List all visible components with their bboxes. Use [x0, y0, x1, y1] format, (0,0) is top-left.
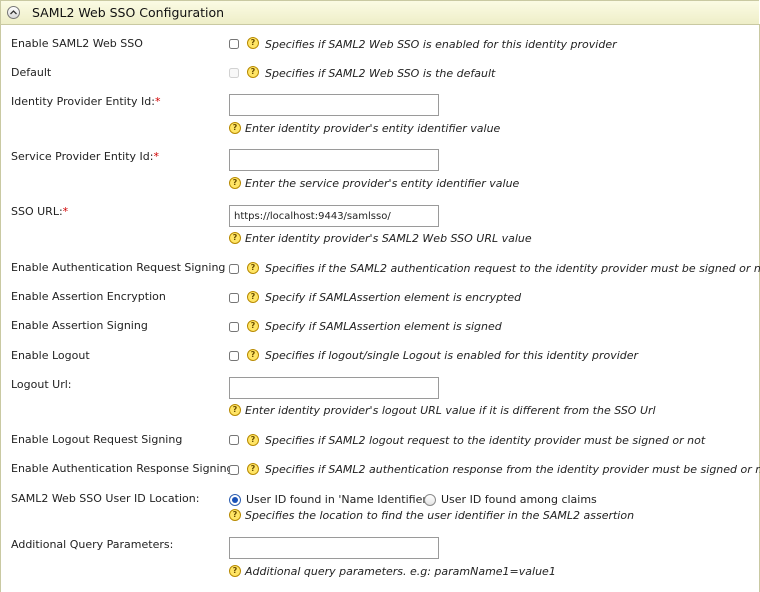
help-icon: ?	[229, 404, 241, 416]
auth-response-signing-label: Enable Authentication Response Signing	[11, 462, 234, 475]
help-icon: ?	[247, 262, 259, 274]
help-icon: ?	[247, 37, 259, 49]
logout-url-input[interactable]	[229, 377, 439, 399]
required-marker: *	[153, 150, 159, 163]
idp-entity-id-label: Identity Provider Entity Id:*	[11, 95, 160, 108]
help-icon: ?	[247, 66, 259, 78]
idp-entity-id-help: Enter identity provider's entity identif…	[245, 122, 501, 135]
assertion-signing-label: Enable Assertion Signing	[11, 319, 148, 332]
logout-request-signing-label: Enable Logout Request Signing	[11, 433, 183, 446]
help-icon: ?	[229, 122, 241, 134]
assertion-encryption-label: Enable Assertion Encryption	[11, 290, 166, 303]
help-icon: ?	[229, 565, 241, 577]
query-params-label: Additional Query Parameters:	[11, 538, 174, 551]
user-id-location-help: Specifies the location to find the user …	[245, 509, 635, 522]
logout-help: Specifies if logout/single Logout is ena…	[265, 349, 639, 362]
enable-sso-label: Enable SAML2 Web SSO	[11, 37, 143, 50]
radio-name-identifier-label: User ID found in 'Name Identifier'	[246, 493, 430, 506]
sp-entity-id-label: Service Provider Entity Id:*	[11, 150, 159, 163]
logout-checkbox[interactable]	[229, 351, 239, 361]
auth-request-signing-help: Specifies if the SAML2 authentication re…	[265, 262, 760, 275]
assertion-signing-help: Specify if SAMLAssertion element is sign…	[265, 320, 502, 333]
sso-url-label: SSO URL:*	[11, 205, 68, 218]
default-label: Default	[11, 66, 52, 79]
assertion-signing-checkbox[interactable]	[229, 322, 239, 332]
logout-request-signing-help: Specifies if SAML2 logout request to the…	[265, 434, 706, 447]
query-params-input[interactable]	[229, 537, 439, 559]
sso-url-help: Enter identity provider's SAML2 Web SSO …	[245, 232, 532, 245]
idp-entity-id-input[interactable]	[229, 94, 439, 116]
section-header[interactable]: SAML2 Web SSO Configuration	[0, 0, 759, 25]
auth-request-signing-label: Enable Authentication Request Signing	[11, 261, 226, 274]
sso-url-input[interactable]	[229, 205, 439, 227]
default-checkbox	[229, 68, 239, 78]
help-icon: ?	[229, 232, 241, 244]
auth-response-signing-checkbox[interactable]	[229, 465, 239, 475]
sp-entity-id-label-text: Service Provider Entity Id:	[11, 150, 154, 163]
help-icon: ?	[247, 320, 259, 332]
help-icon: ?	[247, 434, 259, 446]
sp-entity-id-help: Enter the service provider's entity iden…	[245, 177, 520, 190]
help-icon: ?	[229, 509, 241, 521]
idp-entity-id-label-text: Identity Provider Entity Id:	[11, 95, 155, 108]
required-marker: *	[154, 95, 161, 108]
chevron-up-icon[interactable]	[7, 6, 20, 19]
assertion-encryption-help: Specify if SAMLAssertion element is encr…	[265, 291, 522, 304]
default-help: Specifies if SAML2 Web SSO is the defaul…	[265, 67, 496, 80]
sso-url-label-text: SSO URL:	[11, 205, 63, 218]
auth-request-signing-checkbox[interactable]	[229, 264, 239, 274]
radio-among-claims[interactable]	[424, 494, 436, 506]
auth-response-signing-help: Specifies if SAML2 authentication respon…	[265, 463, 760, 476]
help-icon: ?	[247, 291, 259, 303]
query-params-help: Additional query parameters. e.g: paramN…	[245, 565, 556, 578]
sp-entity-id-input[interactable]	[229, 149, 439, 171]
user-id-location-label: SAML2 Web SSO User ID Location:	[11, 492, 200, 505]
help-icon: ?	[229, 177, 241, 189]
required-marker: *	[62, 205, 69, 218]
radio-dot	[232, 497, 238, 503]
radio-name-identifier[interactable]	[229, 494, 241, 506]
logout-request-signing-checkbox[interactable]	[229, 435, 239, 445]
help-icon: ?	[247, 349, 259, 361]
assertion-encryption-checkbox[interactable]	[229, 293, 239, 303]
enable-sso-help: Specifies if SAML2 Web SSO is enabled fo…	[265, 38, 617, 51]
logout-url-help: Enter identity provider's logout URL val…	[245, 404, 656, 417]
logout-url-label: Logout Url:	[11, 378, 72, 391]
help-icon: ?	[247, 463, 259, 475]
logout-label: Enable Logout	[11, 349, 90, 362]
radio-among-claims-label: User ID found among claims	[441, 493, 597, 506]
enable-sso-checkbox[interactable]	[229, 39, 239, 49]
section-title: SAML2 Web SSO Configuration	[32, 5, 225, 20]
